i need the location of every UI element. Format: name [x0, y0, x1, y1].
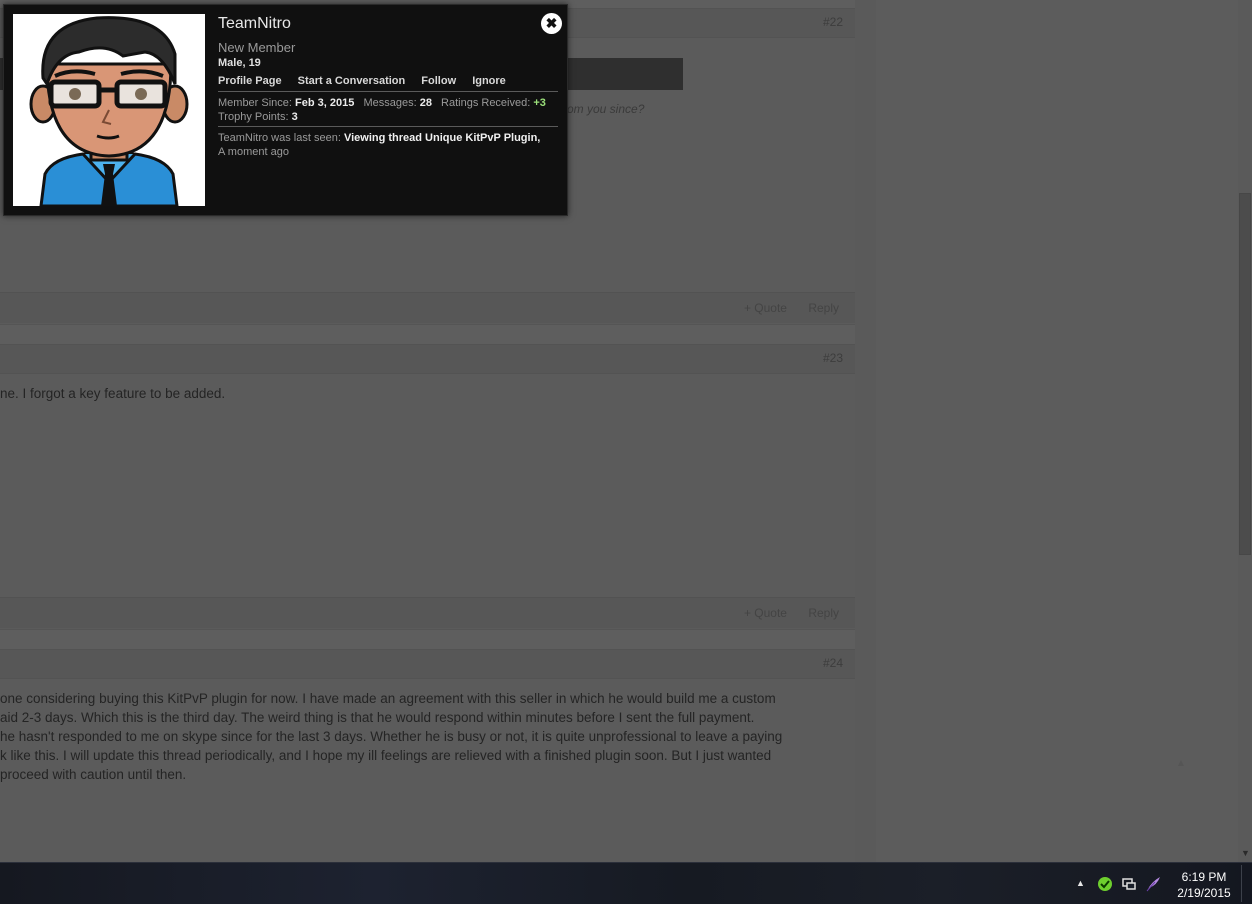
post-actions: + Quote Reply [726, 301, 839, 315]
divider [218, 91, 558, 92]
scroll-down-arrow-icon[interactable]: ▼ [1241, 848, 1250, 858]
quote-button[interactable]: + Quote [744, 301, 787, 315]
post-24: #24 one considering buying this KitPvP p… [0, 649, 855, 862]
ratings-value[interactable]: +3 [533, 97, 546, 109]
post-footer: + Quote Reply [0, 292, 855, 323]
quote-text: om you since? [567, 102, 645, 116]
user-basic-info: Male, 19 [218, 57, 261, 69]
messages-value[interactable]: 28 [420, 97, 432, 109]
close-icon[interactable]: ✖ [541, 13, 562, 34]
trophy-points-value[interactable]: 3 [292, 111, 298, 123]
quote-button[interactable]: + Quote [744, 606, 787, 620]
post-number[interactable]: #22 [823, 15, 843, 29]
cartoon-avatar-icon [29, 16, 189, 206]
post-body: ne. I forgot a key feature to be added. [0, 384, 855, 403]
clock-time: 6:19 PM [1181, 870, 1227, 884]
clock-date: 2/19/2015 [1177, 886, 1231, 900]
show-desktop-button[interactable] [1241, 865, 1252, 902]
post-header: #24 [0, 649, 855, 679]
scroll-top-icon[interactable]: ▲ [1176, 758, 1186, 769]
post-line: he hasn't responded to me on skype since… [0, 729, 783, 744]
post-23: #23 ne. I forgot a key feature to be add… [0, 344, 855, 630]
post-line: k like this. I will update this thread p… [0, 748, 772, 763]
ratings-label: Ratings Received: [441, 97, 531, 109]
member-card-popup: ✖ TeamNitro New Member Male, 19 Profile … [3, 4, 568, 216]
post-number[interactable]: #23 [823, 351, 843, 365]
right-sidebar: ▲ [876, 0, 1238, 862]
last-seen: TeamNitro was last seen: Viewing thread … [218, 131, 548, 159]
stats-row: Trophy Points: 3 [218, 110, 546, 124]
stats-row: Member Since: Feb 3, 2015 Messages: 28 R… [218, 96, 546, 110]
member-links: Profile Page Start a Conversation Follow… [218, 75, 519, 87]
last-seen-time: A moment ago [218, 146, 289, 158]
trophy-points-label: Trophy Points: [218, 111, 289, 123]
post-actions: + Quote Reply [726, 606, 839, 620]
start-conversation-link[interactable]: Start a Conversation [298, 75, 406, 87]
avatar[interactable] [13, 14, 205, 206]
username-link[interactable]: TeamNitro [218, 15, 291, 33]
last-seen-prefix: TeamNitro was last seen: [218, 132, 341, 144]
post-number[interactable]: #24 [823, 656, 843, 670]
member-since-value: Feb 3, 2015 [295, 97, 355, 109]
network-icon[interactable] [1121, 876, 1137, 892]
reply-button[interactable]: Reply [808, 301, 839, 315]
member-stats: Member Since: Feb 3, 2015 Messages: 28 R… [218, 96, 546, 124]
scrollbar-thumb[interactable] [1239, 193, 1251, 555]
ignore-link[interactable]: Ignore [472, 75, 506, 87]
profile-page-link[interactable]: Profile Page [218, 75, 282, 87]
content-gutter [855, 0, 876, 862]
post-body: one considering buying this KitPvP plugi… [0, 689, 855, 784]
messages-label: Messages: [363, 97, 417, 109]
reply-button[interactable]: Reply [808, 606, 839, 620]
post-footer: + Quote Reply [0, 597, 855, 628]
follow-link[interactable]: Follow [421, 75, 456, 87]
post-header: #23 [0, 344, 855, 374]
page-scrollbar[interactable]: ▼ [1238, 0, 1252, 862]
post-line: one considering buying this KitPvP plugi… [0, 691, 776, 706]
show-hidden-icons-arrow-icon[interactable]: ▲ [1076, 878, 1085, 888]
security-shield-icon[interactable] [1097, 876, 1113, 892]
divider [218, 126, 558, 127]
member-since-label: Member Since: [218, 97, 292, 109]
post-line: proceed with caution until then. [0, 767, 187, 782]
last-seen-activity-link[interactable]: Viewing thread Unique KitPvP Plugin, [344, 132, 540, 144]
system-clock[interactable]: 6:19 PM 2/19/2015 [1172, 869, 1236, 901]
post-line: ne. I forgot a key feature to be added. [0, 386, 226, 401]
taskbar: ▲ 6:19 PM 2/19/2015 [0, 862, 1252, 904]
post-line: aid 2-3 days. Which this is the third da… [0, 710, 755, 725]
feather-app-icon[interactable] [1145, 876, 1161, 892]
user-title: New Member [218, 40, 296, 55]
